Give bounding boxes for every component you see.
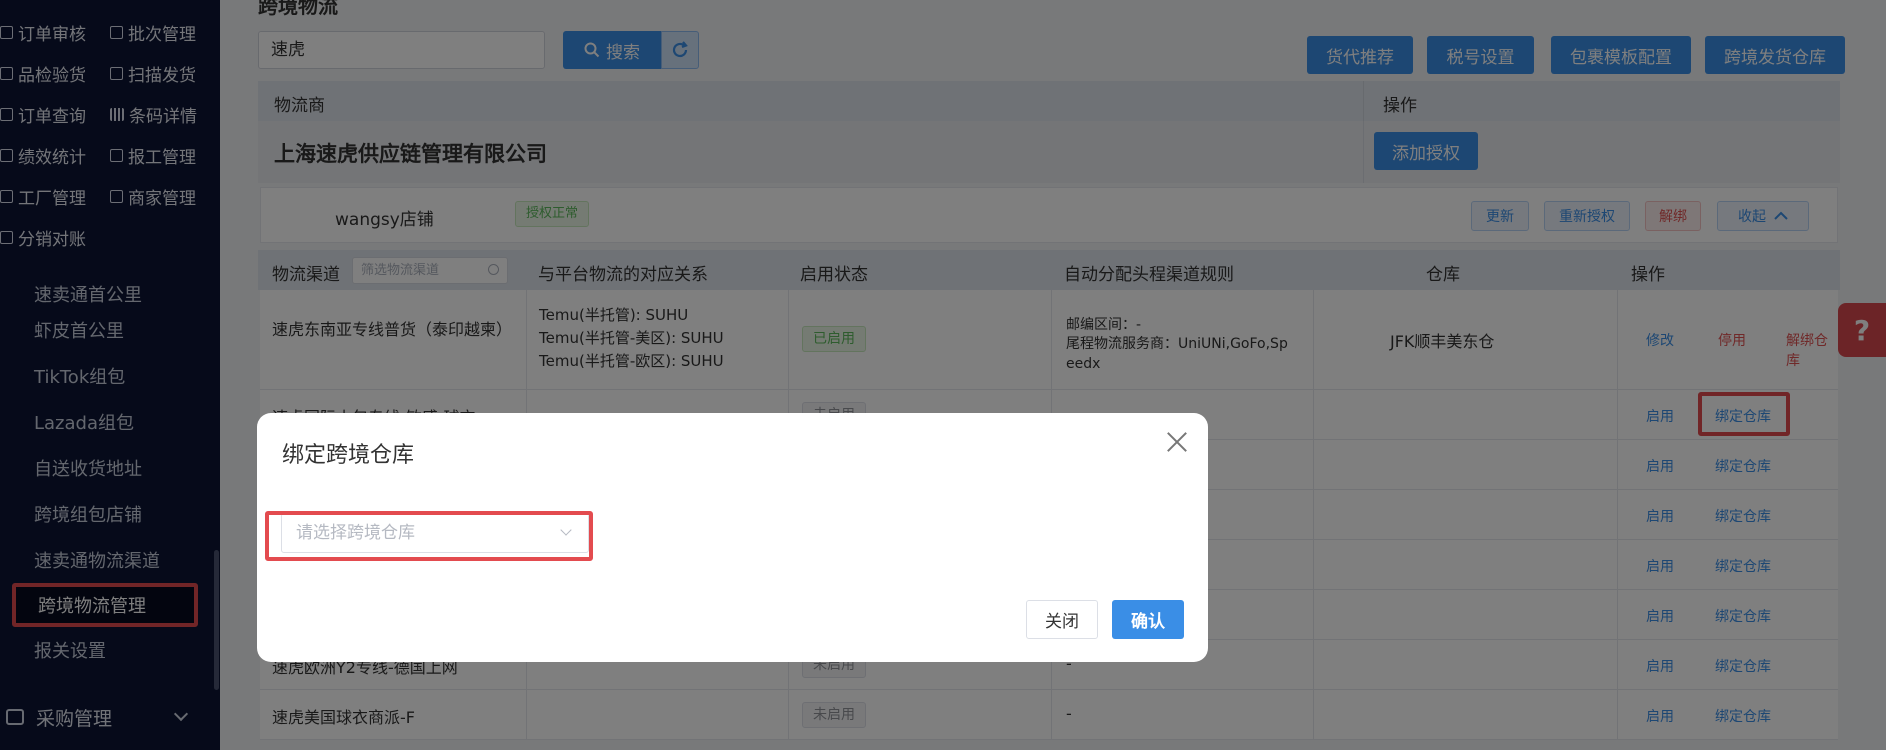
- bind-warehouse-dialog: 绑定跨境仓库 请选择跨境仓库 关闭 确认: [257, 413, 1208, 662]
- dialog-title: 绑定跨境仓库: [282, 443, 415, 468]
- close-icon[interactable]: [1164, 429, 1190, 455]
- confirm-button[interactable]: 确认: [1112, 600, 1184, 639]
- close-button[interactable]: 关闭: [1026, 600, 1098, 639]
- highlight-box: [265, 511, 593, 561]
